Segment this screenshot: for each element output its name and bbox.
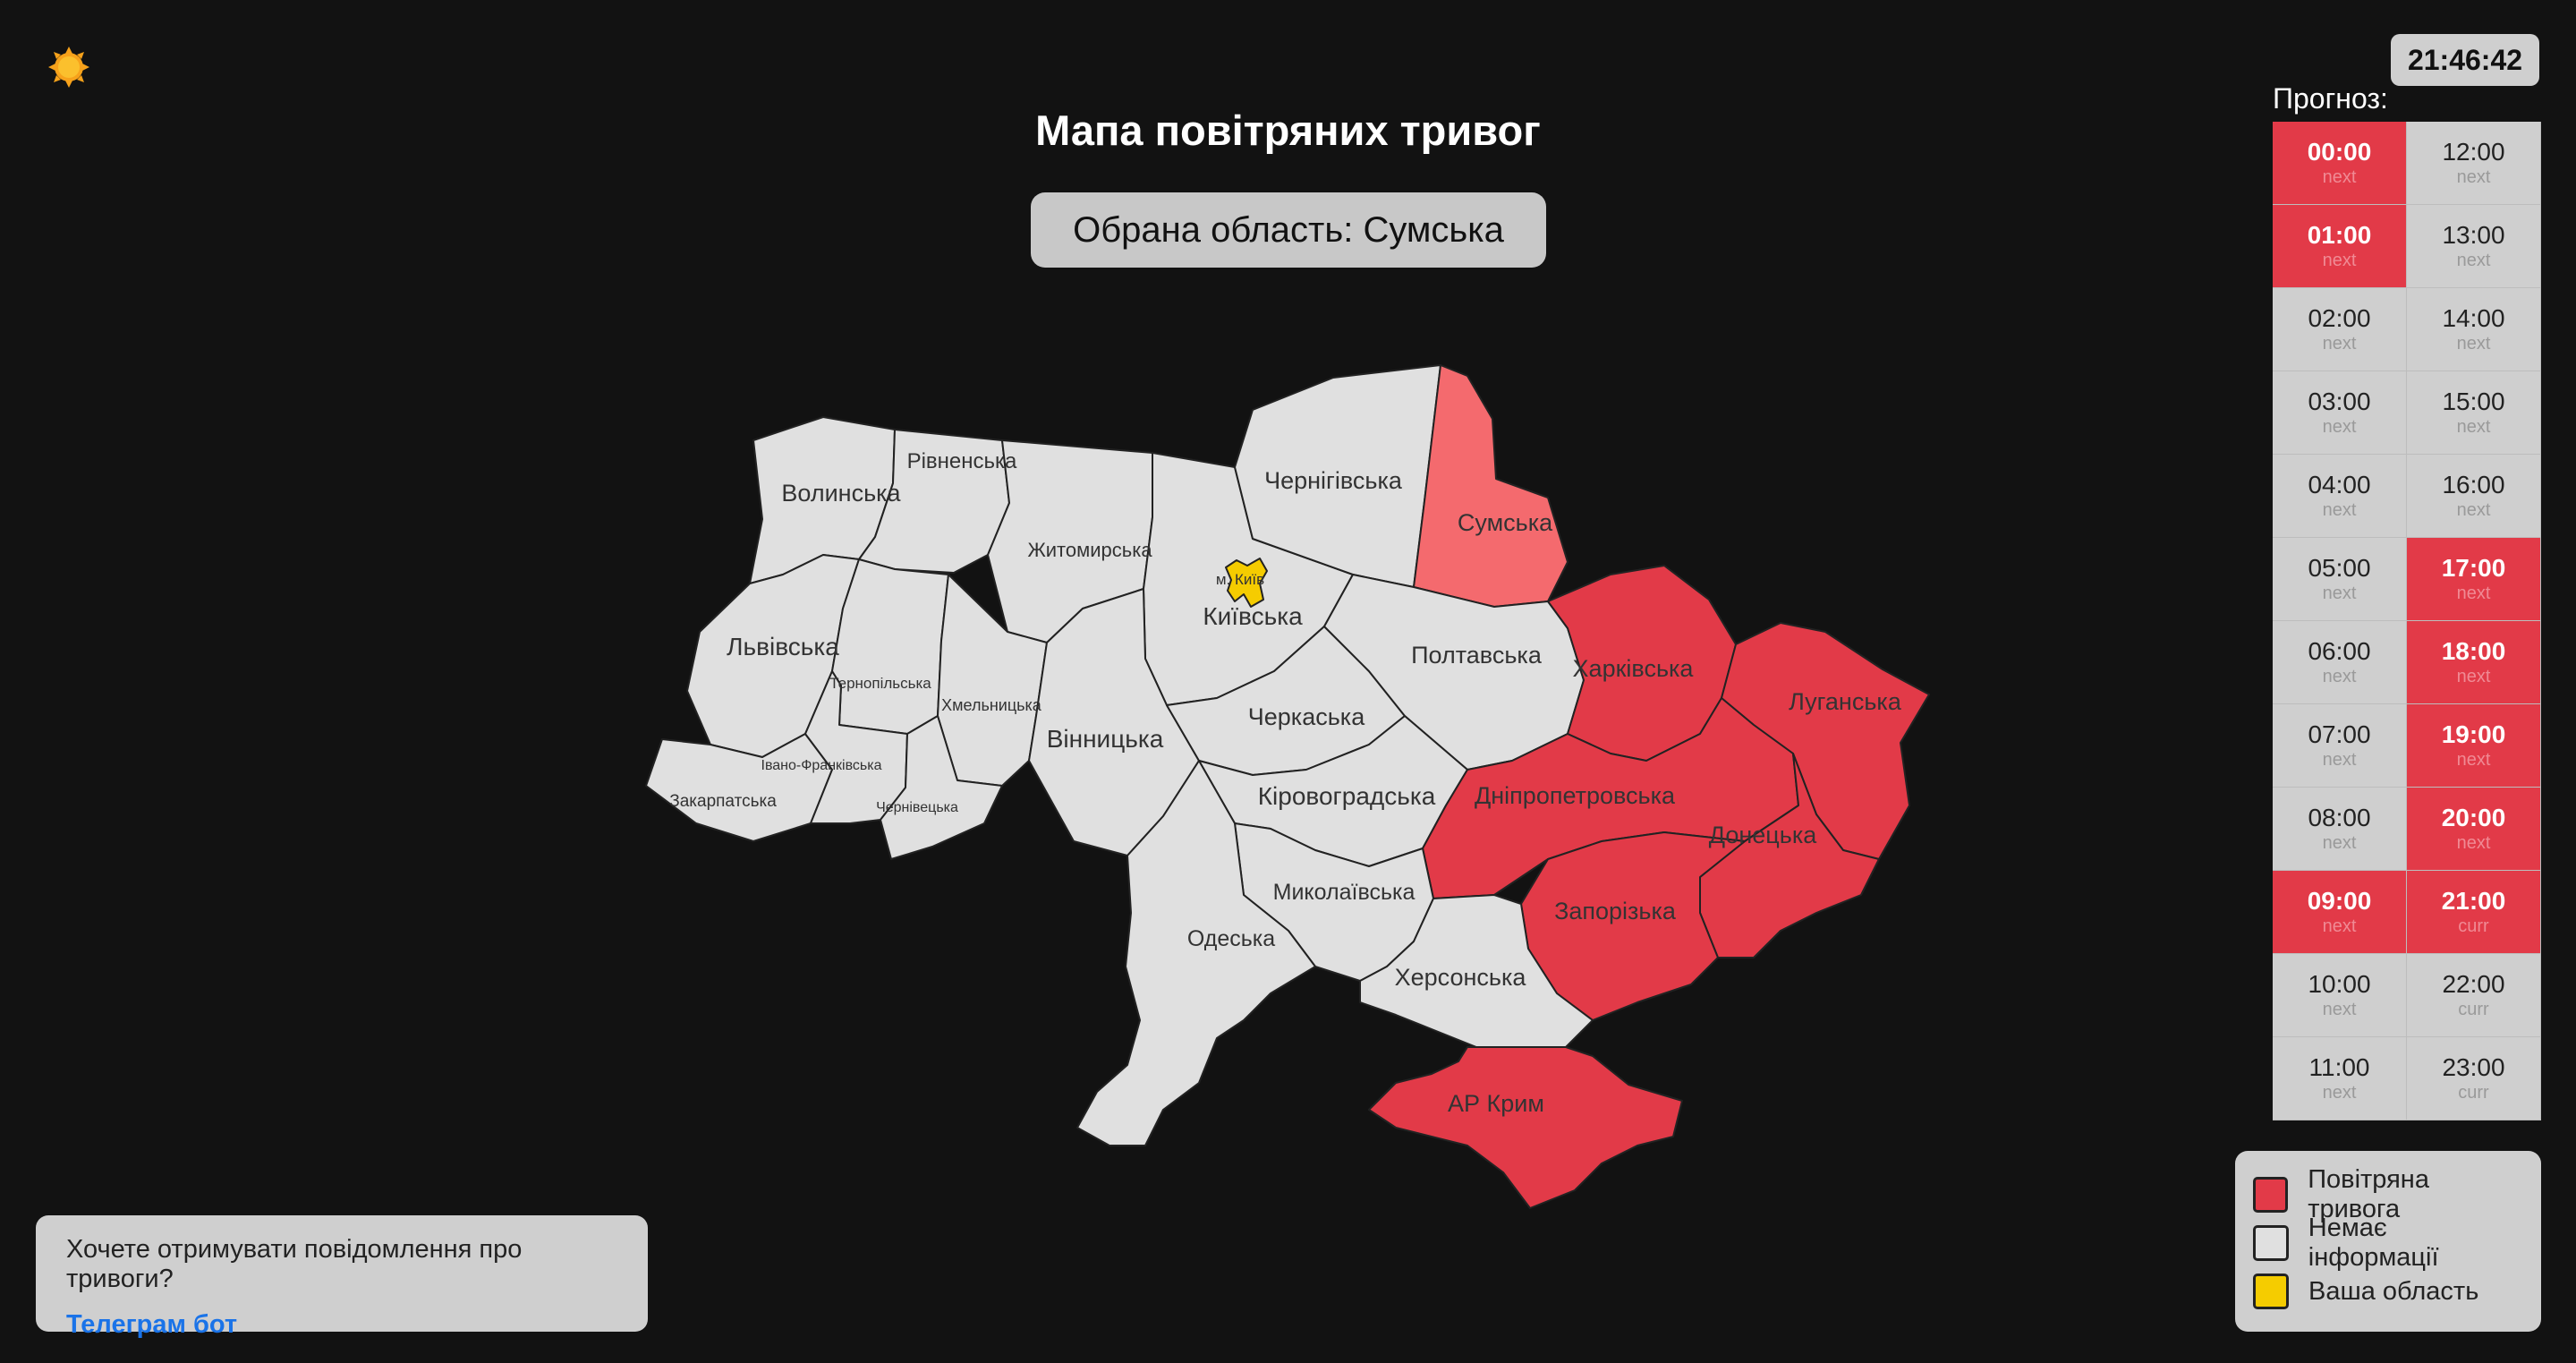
region-crimea[interactable] <box>1368 1046 1683 1209</box>
legend-swatch-alert <box>2253 1177 2289 1213</box>
forecast-time: 13:00 <box>2442 221 2505 249</box>
forecast-cell[interactable]: 10:00 next <box>2273 954 2407 1037</box>
forecast-cell[interactable]: 14:00 next <box>2407 288 2541 371</box>
forecast-time: 02:00 <box>2308 304 2371 332</box>
forecast-status: next <box>2322 1083 2357 1103</box>
forecast-status: next <box>2322 750 2357 770</box>
forecast-cell[interactable]: 20:00 next <box>2407 788 2541 871</box>
forecast-status: next <box>2456 167 2491 187</box>
forecast-time: 23:00 <box>2442 1053 2505 1081</box>
forecast-time: 19:00 <box>2441 720 2506 748</box>
forecast-status: curr <box>2458 1000 2489 1019</box>
forecast-cell[interactable]: 12:00 next <box>2407 122 2541 205</box>
forecast-time: 22:00 <box>2442 970 2505 998</box>
legend-swatch-your-region <box>2253 1274 2289 1309</box>
forecast-time: 01:00 <box>2307 221 2372 249</box>
sun-icon[interactable] <box>47 45 91 89</box>
forecast-status: next <box>2456 667 2491 686</box>
forecast-time: 08:00 <box>2308 804 2371 831</box>
notify-text: Хочете отримувати повідомлення про триво… <box>66 1235 523 1293</box>
forecast-status: next <box>2322 584 2357 603</box>
forecast-cell[interactable]: 13:00 next <box>2407 205 2541 288</box>
forecast-cell[interactable]: 01:00 next <box>2273 205 2407 288</box>
forecast-status: next <box>2456 417 2491 437</box>
forecast-cell[interactable]: 11:00 next <box>2273 1037 2407 1120</box>
forecast-cell[interactable]: 21:00 curr <box>2407 871 2541 954</box>
forecast-time: 14:00 <box>2442 304 2505 332</box>
forecast-status: next <box>2322 251 2357 270</box>
legend: Повітряна тривога Немає інформації Ваша … <box>2235 1151 2541 1332</box>
forecast-cell[interactable]: 17:00 next <box>2407 538 2541 621</box>
forecast-status: next <box>2456 334 2491 354</box>
forecast-time: 16:00 <box>2442 471 2505 498</box>
forecast-time: 00:00 <box>2307 138 2372 166</box>
forecast-status: next <box>2456 500 2491 520</box>
forecast-grid: 00:00 next 12:00 next 01:00 next 13:00 next 02:0… <box>2273 122 2541 1120</box>
forecast-time: 15:00 <box>2442 388 2505 415</box>
forecast-status: next <box>2322 417 2357 437</box>
forecast-time: 06:00 <box>2308 637 2371 665</box>
forecast-status: next <box>2322 916 2357 936</box>
ukraine-map: Волинська Рівненська Житомирська Київськ… <box>645 364 1930 1209</box>
forecast-status: next <box>2456 584 2491 603</box>
forecast-time: 20:00 <box>2441 804 2506 831</box>
forecast-cell[interactable]: 04:00 next <box>2273 455 2407 538</box>
forecast-cell[interactable]: 03:00 next <box>2273 371 2407 455</box>
selected-region-button[interactable]: Обрана область: Сумська <box>1031 192 1546 268</box>
region-ternopilska[interactable] <box>831 558 949 735</box>
forecast-time: 21:00 <box>2441 887 2506 915</box>
forecast-cell[interactable]: 02:00 next <box>2273 288 2407 371</box>
forecast-status: next <box>2456 833 2491 853</box>
notify-card: Хочете отримувати повідомлення про триво… <box>36 1215 648 1339</box>
forecast-time: 12:00 <box>2442 138 2505 166</box>
forecast-time: 18:00 <box>2441 637 2506 665</box>
forecast-time: 07:00 <box>2308 720 2371 748</box>
forecast-cell[interactable]: 06:00 next <box>2273 621 2407 704</box>
forecast-time: 09:00 <box>2307 887 2372 915</box>
forecast-cell[interactable]: 05:00 next <box>2273 538 2407 621</box>
forecast-label: Прогноз: <box>2273 82 2388 115</box>
forecast-cell[interactable]: 16:00 next <box>2407 455 2541 538</box>
legend-label-your-region: Ваша область <box>2308 1276 2479 1306</box>
forecast-cell[interactable]: 07:00 next <box>2273 704 2407 788</box>
region-sumska[interactable] <box>1413 364 1569 608</box>
forecast-cell[interactable]: 08:00 next <box>2273 788 2407 871</box>
forecast-status: next <box>2322 667 2357 686</box>
forecast-cell[interactable]: 15:00 next <box>2407 371 2541 455</box>
forecast-status: next <box>2322 1000 2357 1019</box>
forecast-time: 11:00 <box>2308 1053 2370 1081</box>
forecast-time: 03:00 <box>2308 388 2371 415</box>
forecast-cell[interactable]: 09:00 next <box>2273 871 2407 954</box>
forecast-status: curr <box>2458 1083 2489 1103</box>
forecast-cell[interactable]: 22:00 curr <box>2407 954 2541 1037</box>
forecast-cell[interactable]: 23:00 curr <box>2407 1037 2541 1120</box>
forecast-cell[interactable]: 18:00 next <box>2407 621 2541 704</box>
forecast-status: next <box>2322 334 2357 354</box>
forecast-time: 10:00 <box>2308 970 2371 998</box>
forecast-cell[interactable]: 19:00 next <box>2407 704 2541 788</box>
legend-item-your-region: Ваша область <box>2253 1267 2523 1316</box>
forecast-cell[interactable]: 00:00 next <box>2273 122 2407 205</box>
legend-item-alert: Повітряна тривога <box>2253 1165 2523 1223</box>
clock: 21:46:42 <box>2391 34 2539 86</box>
forecast-time: 05:00 <box>2308 554 2371 582</box>
telegram-bot-link[interactable]: Телеграм бот <box>66 1310 617 1340</box>
legend-item-no-info: Немає інформації <box>2253 1214 2523 1272</box>
legend-swatch-no-info <box>2253 1225 2289 1261</box>
forecast-status: next <box>2322 500 2357 520</box>
forecast-status: next <box>2322 167 2357 187</box>
forecast-time: 17:00 <box>2441 554 2506 582</box>
page-title: Мапа повітряних тривог <box>1035 106 1541 154</box>
forecast-time: 04:00 <box>2308 471 2371 498</box>
forecast-status: next <box>2456 251 2491 270</box>
forecast-status: curr <box>2458 916 2489 936</box>
legend-label-no-info: Немає інформації <box>2308 1214 2439 1272</box>
forecast-status: next <box>2322 833 2357 853</box>
forecast-status: next <box>2456 750 2491 770</box>
